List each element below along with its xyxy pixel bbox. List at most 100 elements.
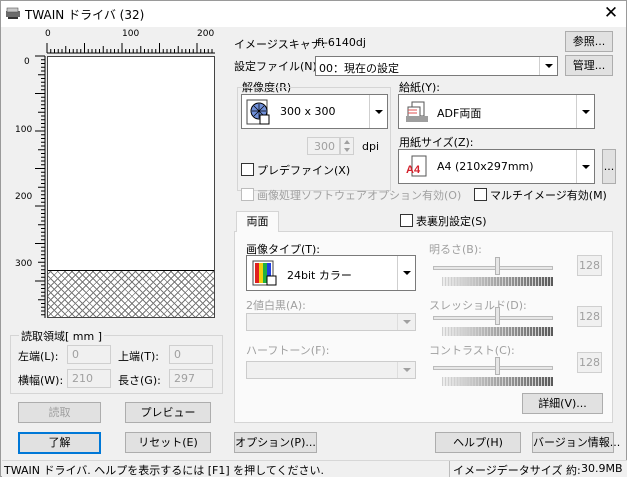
- option-button[interactable]: オプション(P)...: [234, 432, 317, 453]
- scan-area-title: 読取領域[ mm ]: [19, 328, 105, 344]
- reference-button[interactable]: 参照...: [565, 31, 613, 52]
- paper-size-select[interactable]: A4 A4 (210x297mm): [398, 149, 595, 184]
- contrast-label: コントラスト(C):: [429, 344, 515, 357]
- paper-size-label: 用紙サイズ(Z):: [399, 136, 474, 149]
- resolution-icon: [246, 99, 270, 125]
- details-button[interactable]: 詳細(V)...: [522, 393, 603, 414]
- length-label: 長さ(G):: [118, 374, 161, 387]
- threshold-value[interactable]: 128: [577, 306, 602, 327]
- image-processing-label: 画像処理ソフトウェアオプション有効(O): [257, 189, 462, 202]
- width-value: 210: [72, 372, 93, 385]
- profile-value: 00：現在の設定: [319, 62, 399, 75]
- threshold-label: スレッショルド(D):: [429, 299, 527, 312]
- manage-button[interactable]: 管理...: [565, 55, 613, 76]
- left-value: 0: [72, 348, 79, 361]
- chevron-down-icon: [539, 57, 557, 75]
- width-label: 横幅(W):: [18, 374, 64, 387]
- contrast-slider[interactable]: [433, 366, 553, 370]
- brightness-slider[interactable]: [433, 266, 553, 270]
- adf-duplex-icon: [406, 101, 428, 122]
- a4-paper-icon: A4: [406, 155, 427, 177]
- paper-source-label: 給紙(Y):: [399, 81, 441, 94]
- color-image-icon: [252, 260, 277, 286]
- image-type-select[interactable]: 24bit カラー: [246, 255, 416, 291]
- contrast-thumb[interactable]: [495, 357, 500, 375]
- halftone-select[interactable]: [246, 361, 416, 379]
- paper-source-select[interactable]: ADF両面: [398, 94, 595, 129]
- ruler-left-0: 0: [24, 57, 30, 67]
- left-label: 左端(L):: [18, 350, 59, 363]
- brightness-thumb[interactable]: [495, 257, 500, 275]
- data-size-value: 30.9MB: [581, 462, 623, 475]
- svg-text:A4: A4: [406, 164, 421, 176]
- left-input[interactable]: 0: [67, 345, 111, 364]
- paper-size-value: A4 (210x297mm): [437, 160, 534, 173]
- status-divider: [449, 461, 450, 477]
- preview-button[interactable]: プレビュー: [125, 402, 211, 423]
- twain-dialog: TWAIN ドライバ (32) ✕ 0 100 200 0 100 200 30…: [0, 0, 627, 477]
- length-input[interactable]: 297: [169, 369, 213, 388]
- binarization-select[interactable]: [246, 313, 416, 331]
- ruler-top-100: 100: [122, 29, 140, 39]
- brightness-value[interactable]: 128: [577, 255, 602, 276]
- image-processing-checkbox[interactable]: [241, 188, 254, 201]
- scanner-app-icon: [6, 7, 20, 19]
- binarization-label: 2値白黒(A):: [246, 299, 306, 312]
- help-button[interactable]: ヘルプ(H): [435, 432, 521, 453]
- preview-area[interactable]: [47, 56, 215, 318]
- chevron-down-icon: [397, 314, 415, 330]
- brightness-gradient: [442, 277, 553, 286]
- multi-image-checkbox[interactable]: [474, 188, 487, 201]
- threshold-thumb[interactable]: [495, 307, 500, 325]
- multi-image-label: マルチイメージ有効(M): [490, 189, 607, 202]
- resolution-select[interactable]: 300 x 300: [241, 94, 388, 129]
- length-value: 297: [174, 372, 195, 385]
- dpi-value: 300: [314, 140, 335, 153]
- title-bar: TWAIN ドライバ (32) ✕: [1, 1, 626, 27]
- top-value: 0: [174, 348, 181, 361]
- version-button[interactable]: バージョン情報...: [532, 432, 620, 453]
- paper-source-value: ADF両面: [437, 107, 482, 120]
- data-size-label: イメージデータサイズ 約:: [453, 464, 581, 477]
- top-label: 上端(T):: [118, 350, 160, 363]
- prefine-label: プレデファイン(X): [257, 164, 351, 177]
- brightness-label: 明るさ(B):: [429, 243, 482, 256]
- threshold-gradient: [442, 327, 553, 336]
- ruler-left-200: 200: [15, 192, 33, 202]
- paper-size-more-button[interactable]: ...: [602, 149, 616, 184]
- close-icon[interactable]: ✕: [598, 3, 624, 25]
- resolution-value: 300 x 300: [280, 105, 336, 118]
- image-type-value: 24bit カラー: [287, 269, 352, 282]
- ruler-top-0: 0: [45, 29, 51, 39]
- ruler-left-300: 300: [15, 259, 33, 269]
- profile-select[interactable]: 00：現在の設定: [315, 56, 558, 76]
- width-input[interactable]: 210: [67, 369, 111, 388]
- status-help-text: TWAIN ドライバ. ヘルプを表示するには [F1] を押してください.: [4, 464, 324, 477]
- dpi-unit: dpi: [362, 140, 380, 153]
- profile-label: 設定ファイル(N):: [234, 60, 321, 73]
- chevron-down-icon: [397, 256, 415, 290]
- scanner-value: fi-6140dj: [317, 36, 366, 49]
- ok-button[interactable]: 了解: [18, 432, 101, 454]
- window-title: TWAIN ドライバ (32): [25, 8, 145, 22]
- out-of-range-hatch: [48, 270, 214, 317]
- reset-button[interactable]: リセット(E): [125, 432, 211, 453]
- scan-button[interactable]: 読取: [18, 402, 101, 423]
- front-back-checkbox[interactable]: [400, 214, 413, 227]
- chevron-down-icon: [576, 150, 594, 183]
- threshold-slider[interactable]: [433, 316, 553, 320]
- top-input[interactable]: 0: [169, 345, 213, 364]
- tab-duplex[interactable]: 両面: [236, 211, 279, 232]
- chevron-down-icon: [369, 95, 387, 128]
- ruler-left-100: 100: [15, 125, 33, 135]
- dpi-input[interactable]: 300: [307, 137, 340, 155]
- dpi-spinner[interactable]: [340, 137, 354, 155]
- scan-area-boundary: [48, 270, 214, 271]
- contrast-value[interactable]: 128: [577, 352, 602, 373]
- contrast-gradient: [442, 377, 553, 386]
- prefine-checkbox[interactable]: [241, 163, 254, 176]
- front-back-label: 表裏別設定(S): [416, 215, 487, 228]
- halftone-label: ハーフトーン(F):: [246, 344, 330, 357]
- chevron-down-icon: [576, 95, 594, 128]
- status-bar: TWAIN ドライバ. ヘルプを表示するには [F1] を押してください. イメ…: [2, 460, 627, 477]
